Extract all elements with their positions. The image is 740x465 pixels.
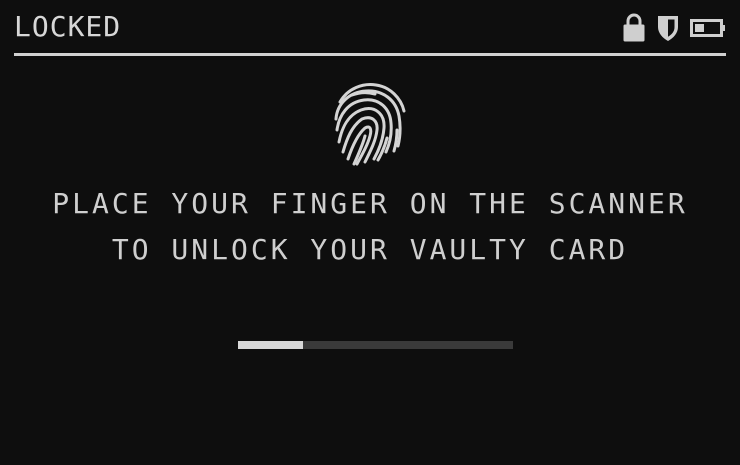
header-divider: [14, 53, 726, 56]
lock-screen: LOCKED PLACE YOUR FINGER ON THE SCANNER …: [0, 0, 740, 465]
instruction-line-2: TO UNLOCK YOUR VAULTY CARD: [111, 233, 629, 266]
status-title: LOCKED: [14, 10, 122, 43]
battery-icon: [690, 17, 726, 39]
unlock-instructions: PLACE YOUR FINGER ON THE SCANNER TO UNLO…: [20, 181, 720, 273]
fingerprint-icon: [330, 80, 410, 168]
scan-progress-fill: [238, 341, 303, 349]
status-bar: LOCKED: [14, 10, 726, 44]
scan-progress-bar: [238, 341, 513, 349]
shield-icon: [656, 13, 680, 43]
lock-icon: [622, 13, 646, 43]
status-icons: [622, 13, 726, 43]
instruction-line-1: PLACE YOUR FINGER ON THE SCANNER: [52, 187, 688, 220]
